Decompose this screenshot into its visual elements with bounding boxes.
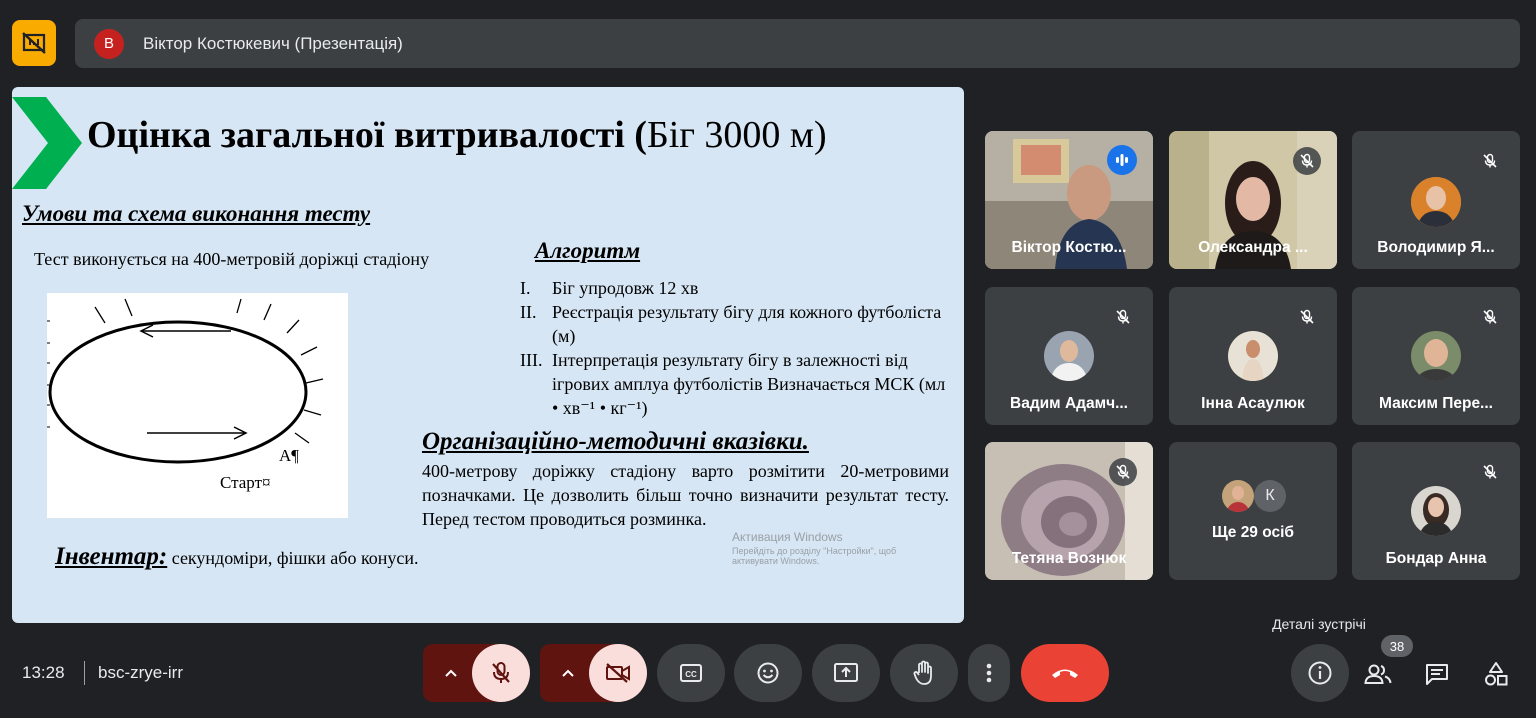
- meeting-details-button[interactable]: [1291, 644, 1349, 702]
- inventory-line: Інвентар: секундоміри, фішки або конуси.: [55, 543, 419, 571]
- track-diagram: А¶ Старт¤: [47, 293, 348, 518]
- participant-tile[interactable]: Вадим Адамч...: [985, 287, 1153, 425]
- participant-tile[interactable]: Максим Пере...: [1352, 287, 1520, 425]
- captions-button[interactable]: CC: [657, 644, 725, 702]
- participant-tile[interactable]: Володимир Я...: [1352, 131, 1520, 269]
- participant-count-badge: 38: [1381, 635, 1413, 657]
- participant-name: Володимир Я...: [1377, 239, 1495, 256]
- slide-title: Оцінка загальної витривалості (Біг 3000 …: [87, 113, 827, 157]
- muted-mic-icon: [1109, 458, 1137, 486]
- muted-mic-icon: [1293, 303, 1321, 331]
- shapes-icon: [1485, 662, 1508, 686]
- participant-name: Віктор Костю...: [1011, 239, 1127, 256]
- participant-tile[interactable]: Віктор Костю...: [985, 131, 1153, 269]
- avatar: [1411, 331, 1461, 381]
- muted-mic-icon: [1476, 303, 1504, 331]
- meeting-time: 13:28: [22, 663, 65, 682]
- inventory-text: секундоміри, фішки або конуси.: [167, 548, 419, 568]
- closed-captions-icon: CC: [680, 664, 702, 682]
- mic-toggle-button[interactable]: [472, 644, 530, 702]
- slide-title-bold: Оцінка загальної витривалості (: [87, 114, 647, 156]
- algorithm-heading: Алгоритм: [535, 238, 641, 263]
- avatar: [1411, 177, 1461, 227]
- end-call-button[interactable]: [1021, 644, 1109, 702]
- more-options-button[interactable]: [968, 644, 1010, 702]
- presentation-icon: [22, 32, 46, 54]
- hand-icon: [913, 660, 932, 685]
- list-item: I. Біг упродовж 12 хв: [520, 278, 699, 298]
- camera-options-button[interactable]: [540, 644, 596, 702]
- muted-mic-icon: [1476, 458, 1504, 486]
- track-note: Тест виконується на 400-метровій доріжці…: [34, 249, 430, 269]
- info-icon: [1308, 661, 1332, 685]
- more-participants-tile[interactable]: К Ще 29 осіб: [1169, 442, 1337, 580]
- muted-mic-icon: [1476, 147, 1504, 175]
- point-a-label: А¶: [279, 446, 299, 465]
- list-item: II. Реєстрація результату бігу для кожног…: [520, 302, 942, 346]
- chevron-up-icon: [445, 669, 457, 677]
- muted-mic-icon: [1109, 303, 1137, 331]
- participant-tile[interactable]: Тетяна Вознюк: [985, 442, 1153, 580]
- presenter-label: Віктор Костюкевич (Презентація): [143, 33, 403, 53]
- people-button[interactable]: [1355, 651, 1401, 697]
- mic-off-icon: [492, 662, 510, 683]
- participant-name: Тетяна Вознюк: [1011, 550, 1127, 567]
- meeting-code: bsc-zrye-irr: [98, 663, 183, 682]
- participant-name: Інна Асаулюк: [1201, 395, 1305, 412]
- emoji-icon: [757, 662, 779, 684]
- divider: [84, 661, 85, 685]
- presenter-avatar: В: [94, 28, 124, 59]
- algorithm-list: I. Біг упродовж 12 хв II. Реєстрація резул…: [520, 276, 952, 420]
- inventory-label: Інвентар:: [55, 543, 168, 570]
- participant-tile[interactable]: Бондар Анна: [1352, 442, 1520, 580]
- present-now-button[interactable]: [812, 644, 880, 702]
- list-item: III. Інтерпретація результату бігу в зале…: [520, 350, 946, 418]
- participant-tile[interactable]: Олександра ...: [1169, 131, 1337, 269]
- windows-activation-watermark: Активация Windows Перейдіть до розділу "…: [732, 530, 897, 566]
- chevron-up-icon: [562, 669, 574, 677]
- activities-button[interactable]: [1473, 651, 1519, 697]
- camera-off-icon: [606, 663, 630, 683]
- chat-icon: [1426, 664, 1448, 685]
- reactions-button[interactable]: [734, 644, 802, 702]
- avatar: [1411, 486, 1461, 536]
- more-participants-label: Ще 29 осіб: [1211, 524, 1295, 541]
- present-screen-icon: [834, 663, 858, 682]
- start-label: Старт¤: [220, 473, 271, 492]
- avatar: [1228, 331, 1278, 381]
- presentation-indicator-icon[interactable]: [12, 20, 56, 66]
- speaking-indicator-icon: [1107, 145, 1137, 175]
- track-oval-drawing: [47, 298, 324, 464]
- muted-mic-icon: [1293, 147, 1321, 175]
- avatar-letter: К: [1254, 480, 1286, 512]
- presentation-slide: Оцінка загальної витривалості (Біг 3000 …: [12, 87, 964, 623]
- avatar: [1222, 480, 1254, 512]
- participant-name: Бондар Анна: [1385, 550, 1487, 567]
- presenter-bar[interactable]: В Віктор Костюкевич (Презентація): [75, 19, 1520, 68]
- org-heading: Організаційно-методичні вказівки.: [422, 428, 809, 455]
- people-icon: [1364, 664, 1392, 684]
- slide-title-normal: Біг 3000 м): [646, 114, 827, 156]
- participant-name: Олександра ...: [1198, 239, 1308, 256]
- meeting-details-tooltip: Деталі зустрічі: [1259, 610, 1379, 638]
- mic-options-button[interactable]: [423, 644, 479, 702]
- more-vertical-icon: [986, 663, 992, 683]
- participant-name: Вадим Адамч...: [1010, 395, 1128, 412]
- raise-hand-button[interactable]: [890, 644, 958, 702]
- org-text: 400-метрову доріжку стадіону варто розмі…: [422, 461, 949, 529]
- chat-button[interactable]: [1414, 651, 1460, 697]
- hang-up-icon: [1052, 669, 1078, 678]
- svg-text:CC: CC: [685, 670, 697, 679]
- participant-tile[interactable]: Інна Асаулюк: [1169, 287, 1337, 425]
- chevron-arrow-icon: [12, 97, 82, 189]
- slide-subheading: Умови та схема виконання тесту: [22, 201, 371, 226]
- avatar: [1044, 331, 1094, 381]
- participant-name: Максим Пере...: [1379, 395, 1493, 412]
- camera-toggle-button[interactable]: [589, 644, 647, 702]
